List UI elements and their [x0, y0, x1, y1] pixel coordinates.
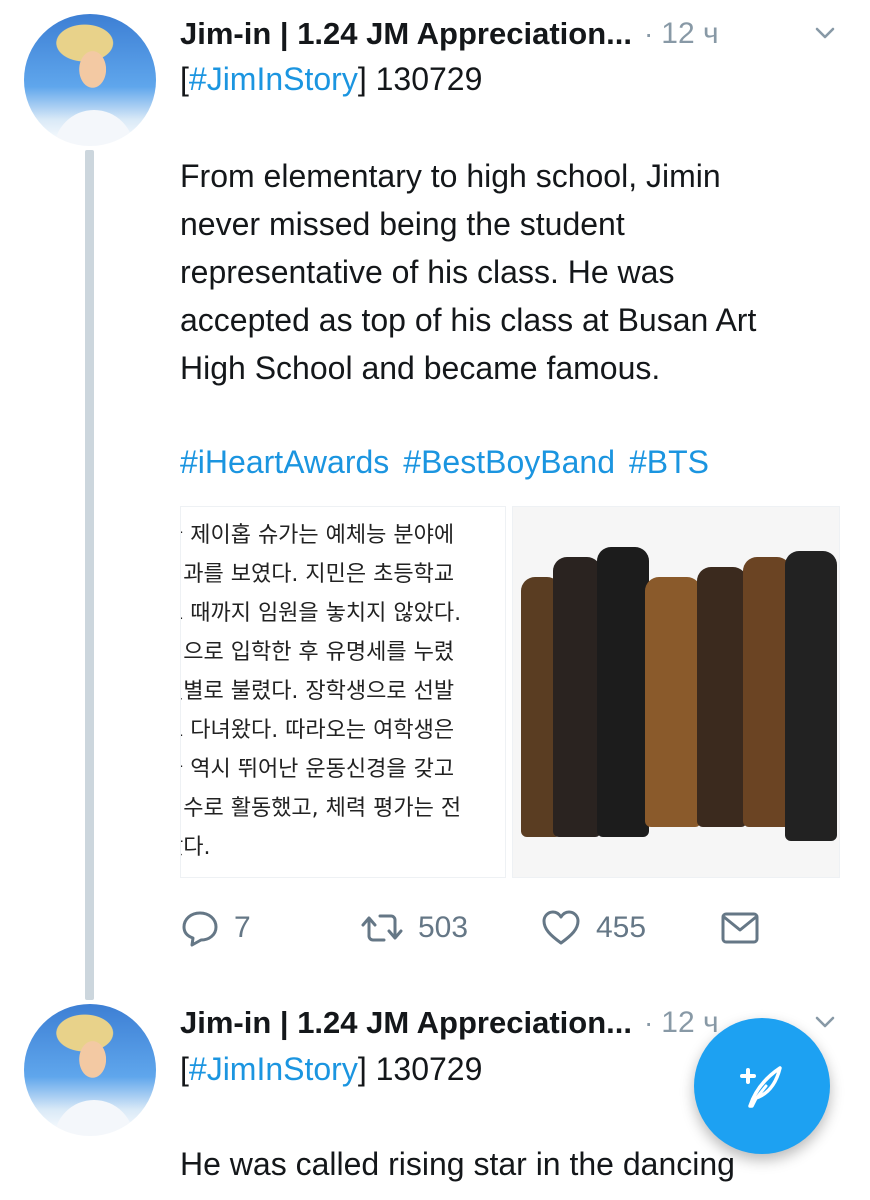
- retweet-count: 503: [418, 911, 469, 944]
- heart-icon: [542, 910, 580, 945]
- media-image-group-photo[interactable]: [512, 506, 840, 878]
- tweet-actions: 7 503 455: [180, 905, 780, 951]
- chevron-down-icon[interactable]: [810, 18, 840, 48]
- photo-figure: [743, 557, 791, 827]
- photo-figure: [697, 567, 747, 827]
- hashtag-list: #iHeartAwards #BestBoyBand #BTS: [180, 440, 723, 484]
- separator-dot: ·: [643, 18, 654, 49]
- photo-figure: [597, 547, 649, 837]
- envelope-icon: [721, 912, 759, 944]
- display-name[interactable]: Jim-in | 1.24 JM Appreciation...: [180, 16, 632, 52]
- korean-text-line: 석으로 입학한 후 유명세를 누렸: [180, 640, 455, 665]
- story-date: ] 130729: [357, 61, 483, 97]
- avatar[interactable]: [24, 14, 156, 146]
- retweet-icon: [361, 914, 403, 942]
- display-name[interactable]: Jim-in | 1.24 JM Appreciation...: [180, 1005, 632, 1041]
- korean-text-line: 랐다.: [181, 835, 211, 860]
- hashtag-link[interactable]: #iHeartAwards: [180, 444, 389, 480]
- like-button[interactable]: 455: [540, 908, 720, 948]
- korean-text-line: 선수로 활동했고, 체력 평가는 전: [180, 796, 462, 821]
- korean-text-line: 교 때까지 임원을 놓치지 않았다.: [180, 601, 462, 626]
- reply-count: 7: [234, 911, 251, 944]
- share-dm-button[interactable]: [720, 910, 760, 946]
- korean-text-line: 도 다녀왔다. 따라오는 여학생은: [180, 718, 455, 743]
- retweet-button[interactable]: 503: [360, 908, 540, 948]
- korean-text-line: 국 제이홉 슈가는 예체능 분야에: [180, 523, 455, 548]
- tweet-header: Jim-in | 1.24 JM Appreciation... · 12 ч: [180, 12, 850, 56]
- compose-feather-icon: [740, 1066, 782, 1108]
- photo-figure: [553, 557, 601, 837]
- korean-text-line: 샛별로 불렸다. 장학생으로 선발: [180, 679, 455, 704]
- avatar[interactable]: [24, 1004, 156, 1136]
- story-tag-line: [#JimInStory] 130729: [180, 1047, 482, 1091]
- chevron-down-icon[interactable]: [810, 1007, 840, 1037]
- story-date: ] 130729: [357, 1051, 483, 1087]
- tweet-text: From elementary to high school, Jimin ne…: [180, 158, 757, 386]
- bracket-open: [: [180, 1051, 189, 1087]
- bracket-open: [: [180, 61, 189, 97]
- photo-figure: [645, 577, 701, 827]
- reply-button[interactable]: 7: [180, 908, 360, 948]
- media-image-korean-text[interactable]: 국 제이홉 슈가는 예체능 분야에 성과를 보였다. 지민은 초등학교 교 때까…: [180, 506, 506, 878]
- separator-dot: ·: [643, 1007, 654, 1038]
- compose-tweet-button[interactable]: [694, 1018, 830, 1154]
- story-tag-line: [#JimInStory] 130729: [180, 57, 482, 101]
- hashtag-link[interactable]: #JimInStory: [189, 1051, 358, 1087]
- media-gallery: 국 제이홉 슈가는 예체능 분야에 성과를 보였다. 지민은 초등학교 교 때까…: [180, 506, 840, 878]
- hashtag-link[interactable]: #BestBoyBand: [403, 444, 615, 480]
- thread-connector-line: [85, 150, 94, 1000]
- timestamp[interactable]: 12 ч: [661, 17, 718, 51]
- like-count: 455: [596, 911, 647, 944]
- korean-text-line: 성과를 보였다. 지민은 초등학교: [180, 562, 455, 587]
- hashtag-link[interactable]: #BTS: [629, 444, 709, 480]
- reply-icon: [182, 911, 218, 947]
- hashtag-link[interactable]: #JimInStory: [189, 61, 358, 97]
- korean-text-line: 국 역시 뛰어난 운동신경을 갖고: [180, 757, 455, 782]
- photo-figure: [785, 551, 837, 841]
- timestamp[interactable]: 12 ч: [661, 1006, 718, 1040]
